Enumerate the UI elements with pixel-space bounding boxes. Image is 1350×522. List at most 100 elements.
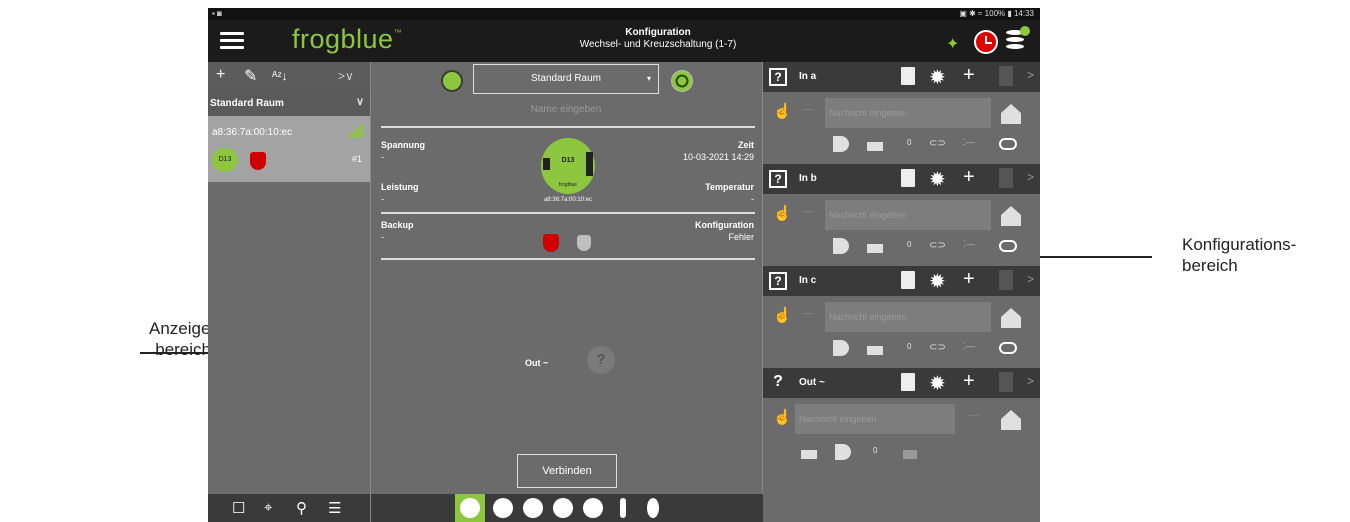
- house-icon[interactable]: [1001, 206, 1021, 226]
- square-icon[interactable]: ☐: [232, 499, 245, 517]
- chevron-right-icon[interactable]: >: [1027, 374, 1034, 388]
- plus-icon[interactable]: +: [963, 268, 975, 291]
- and-gate-icon[interactable]: [833, 340, 849, 356]
- house-icon[interactable]: [1001, 308, 1021, 328]
- list-icon[interactable]: ☰: [328, 499, 341, 517]
- and-gate-icon[interactable]: [833, 136, 849, 152]
- radar-icon[interactable]: [671, 70, 693, 92]
- annotation-anzeigenbereich-line1: Anzeigen-: [149, 319, 226, 338]
- lightbulb-icon[interactable]: ?: [587, 346, 615, 374]
- section-body-out: ☝ Nachricht eingeben — 0: [763, 398, 1040, 478]
- device-tab-icon[interactable]: [460, 498, 480, 518]
- house-icon[interactable]: [1001, 410, 1021, 430]
- gear-icon[interactable]: ✹: [929, 167, 946, 192]
- device-chip-icon: D13 frogblue: [541, 138, 595, 194]
- section-header-out[interactable]: ? Out ~ ✹ + >: [763, 368, 1040, 398]
- hand-icon: ☝: [773, 205, 792, 222]
- link-icon[interactable]: ⊂⊃: [929, 138, 946, 149]
- document-icon[interactable]: [901, 373, 915, 391]
- thermometer-tab-icon[interactable]: [620, 498, 626, 518]
- block-icon: [867, 244, 883, 253]
- document-icon[interactable]: [901, 169, 915, 187]
- plug-grey-icon[interactable]: [577, 235, 591, 251]
- clock-alert-icon[interactable]: [974, 30, 998, 54]
- and-gate-icon[interactable]: [833, 238, 849, 254]
- left-bottom-bar: ☐ ⌖ ⚲ ☰: [208, 494, 370, 522]
- locate-icon[interactable]: ⌖: [264, 499, 272, 516]
- add-device-tab-icon[interactable]: [493, 498, 513, 518]
- sort-az-icon[interactable]: ᴬᶻ↓: [272, 69, 288, 83]
- chevron-right-icon[interactable]: >: [1027, 68, 1034, 82]
- edit-icon[interactable]: ✎: [244, 66, 257, 86]
- and-gate-icon[interactable]: [835, 444, 851, 460]
- section-header-in-c[interactable]: ? In c ✹ + >: [763, 266, 1040, 296]
- green-clock-icon[interactable]: [441, 70, 463, 92]
- message-input[interactable]: Nachricht eingeben: [825, 302, 991, 332]
- section-header-in-a[interactable]: ? In a ✹ + >: [763, 62, 1040, 92]
- spannung-label: Spannung: [381, 140, 425, 150]
- divider: [381, 126, 755, 128]
- link-icon[interactable]: ⊂⊃: [929, 342, 946, 353]
- menu-icon[interactable]: [220, 32, 244, 50]
- message-input[interactable]: Nachricht eingeben: [825, 200, 991, 230]
- section-header-in-b[interactable]: ? In b ✹ + >: [763, 164, 1040, 194]
- document-icon[interactable]: [901, 67, 915, 85]
- status-right: ▣ ✱ ≈ 100% ▮ 14:33: [959, 9, 1034, 18]
- app-bar: frogblue™ Konfiguration Wechsel- und Kre…: [208, 20, 1040, 62]
- dotted-line-icon: ⁚—: [963, 341, 975, 351]
- divider: [381, 212, 755, 214]
- device-name-input[interactable]: Name eingeben: [491, 104, 641, 115]
- gear-icon[interactable]: ✹: [929, 65, 946, 90]
- document-icon[interactable]: [901, 271, 915, 289]
- message-input[interactable]: Nachricht eingeben: [795, 404, 955, 434]
- block-icon: [867, 142, 883, 151]
- trash-icon[interactable]: [999, 66, 1013, 86]
- center-bottom-bar: [371, 494, 764, 522]
- leistung-value: -: [381, 194, 384, 204]
- trash-icon[interactable]: [999, 270, 1013, 290]
- trash-icon[interactable]: [999, 372, 1013, 392]
- plus-icon[interactable]: +: [963, 166, 975, 189]
- room-select[interactable]: Standard Raum ▾: [473, 64, 659, 94]
- konfiguration-value: Fehler: [728, 232, 754, 242]
- section-label: In b: [799, 173, 817, 184]
- chevron-right-icon[interactable]: >: [1027, 272, 1034, 286]
- zero-value: 0: [907, 342, 912, 351]
- page-title: Konfiguration: [625, 27, 691, 38]
- question-icon: ?: [769, 272, 787, 290]
- add-device-button[interactable]: +: [216, 66, 225, 84]
- section-body-in-a: ☝ — Nachricht eingeben 0 ⊂⊃ ⁚—: [763, 92, 1040, 164]
- loop-icon[interactable]: [999, 240, 1017, 252]
- lamp-tab-icon[interactable]: [647, 498, 659, 518]
- output-block-icon[interactable]: [903, 450, 917, 459]
- zero-value: 0: [907, 138, 912, 147]
- plus-icon[interactable]: +: [963, 64, 975, 87]
- plug-red-icon[interactable]: [543, 234, 559, 252]
- loop-icon[interactable]: [999, 138, 1017, 150]
- frog-icon[interactable]: ✦: [946, 34, 964, 53]
- chevron-right-icon[interactable]: >: [1027, 170, 1034, 184]
- user-tab-icon[interactable]: [583, 498, 603, 518]
- annotation-konfigurationsbereich-line2: bereich: [1182, 256, 1238, 275]
- dash-icon: —: [803, 308, 813, 319]
- house-icon[interactable]: [1001, 104, 1021, 124]
- room-group-header[interactable]: Standard Raum ∨: [208, 90, 370, 116]
- device-list-item[interactable]: a8:36:7a:00:10:ec D13 #1: [208, 116, 370, 182]
- leistung-label: Leistung: [381, 182, 419, 192]
- chip-brand: frogblue: [558, 182, 578, 188]
- gear-icon[interactable]: ✹: [929, 269, 946, 294]
- more-chevron-icon[interactable]: >∨: [338, 69, 354, 83]
- plug-red-icon: [250, 152, 266, 170]
- device-lock-tab-icon[interactable]: [553, 498, 573, 518]
- search-icon[interactable]: ⚲: [296, 499, 307, 517]
- connect-button[interactable]: Verbinden: [517, 454, 617, 488]
- loop-icon[interactable]: [999, 342, 1017, 354]
- database-icon[interactable]: [1006, 26, 1030, 54]
- trash-icon[interactable]: [999, 168, 1013, 188]
- logo-tm: ™: [393, 28, 403, 37]
- message-input[interactable]: Nachricht eingeben: [825, 98, 991, 128]
- link-icon[interactable]: ⊂⊃: [929, 240, 946, 251]
- device-config-tab-icon[interactable]: [523, 498, 543, 518]
- plus-icon[interactable]: +: [963, 370, 975, 393]
- gear-icon[interactable]: ✹: [929, 371, 946, 396]
